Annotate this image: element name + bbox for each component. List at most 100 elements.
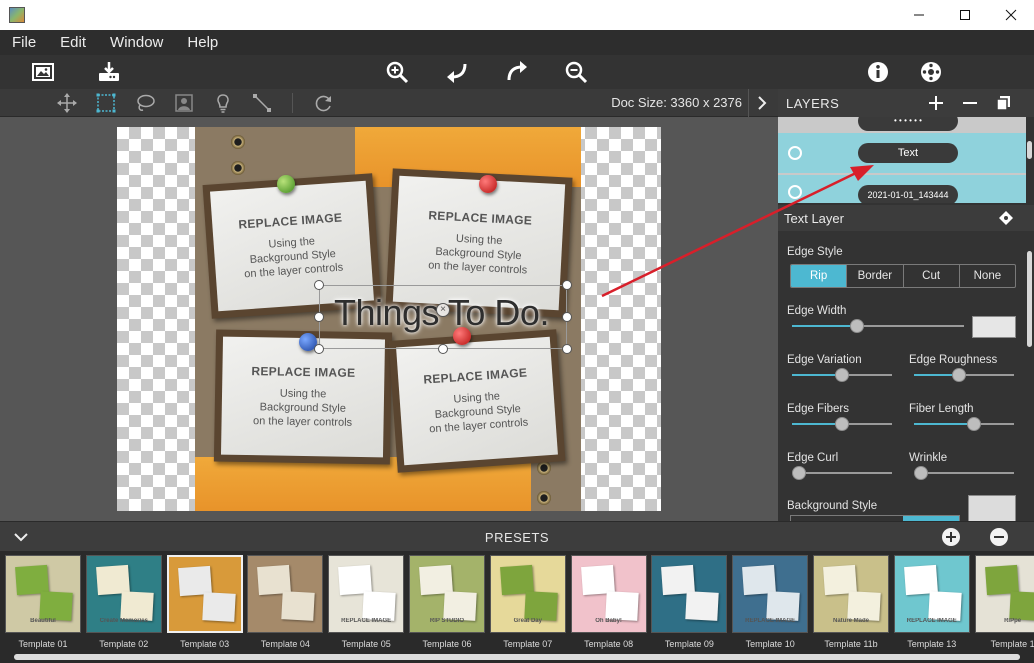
edge-color-swatch[interactable] [972,316,1016,338]
placeholder-card: REPLACE IMAGE Using the Background Style… [396,336,558,466]
resize-handle[interactable] [562,280,572,290]
move-tool-button[interactable] [56,92,78,114]
preset-label: Template 08 [584,639,634,649]
preset-thumbnail[interactable]: REPLACE IMAGE [328,555,405,633]
slider-thumb[interactable] [792,466,806,480]
add-layer-icon[interactable] [927,94,945,112]
doc-size-label: Doc Size: 3360 x 2376 [611,95,742,110]
menu-help[interactable]: Help [187,34,218,51]
maximize-button[interactable] [942,0,988,30]
preset-thumbnail[interactable] [651,555,728,633]
slider-thumb[interactable] [952,368,966,382]
edge-fibers-slider[interactable] [792,417,892,431]
resize-handle[interactable] [314,280,324,290]
lightbulb-button[interactable] [212,92,234,114]
edge-style-cut[interactable]: Cut [904,265,960,287]
menu-window[interactable]: Window [110,34,163,51]
add-preset-icon[interactable] [941,527,961,547]
presets-scrollbar[interactable] [14,654,1020,660]
resize-handle[interactable] [314,344,324,354]
preset-thumbnail[interactable]: Beautiful [5,555,81,633]
menu-file[interactable]: File [12,34,36,51]
preset-thumbnail[interactable]: REPLACE IMAGE [732,555,809,633]
lasso-icon [137,94,155,111]
presets-strip[interactable]: Beautiful Template 01 Create Memories Templ… [0,551,1034,663]
wrinkle-slider[interactable] [914,466,1014,480]
edge-style-none[interactable]: None [960,265,1015,287]
grommet-icon [231,135,245,149]
settings-icon [921,62,941,82]
document-canvas[interactable]: REPLACE IMAGE Using the Background Style… [117,127,661,511]
duplicate-layer-icon[interactable] [995,94,1013,112]
menu-edit[interactable]: Edit [60,34,86,51]
slider-thumb[interactable] [835,368,849,382]
remove-layer-icon[interactable] [961,94,979,112]
layer-row-selected[interactable]: Text [778,133,1026,173]
canvas-area[interactable]: REPLACE IMAGE Using the Background Style… [0,117,778,521]
zoom-in-button[interactable] [383,58,411,86]
portrait-frame-button[interactable] [173,92,195,114]
line-tool-button[interactable] [251,92,273,114]
edge-style-rip[interactable]: Rip [791,265,848,287]
layer-visibility-radio[interactable] [788,185,802,199]
slider-thumb[interactable] [835,417,849,431]
preset-thumbnail[interactable]: Nature Made [813,555,889,633]
move-tool-icon [57,93,77,113]
layers-scrollbar[interactable] [1027,141,1032,159]
text-layer-selection[interactable]: Things To Do. [319,285,567,349]
preset-paper [443,591,477,621]
slider-label: Fiber Length [909,403,974,415]
preset-thumbnail[interactable]: RIP STUDIO [409,555,485,633]
preset-thumbnail[interactable]: Oh Baby! [570,555,647,633]
placeholder-title: REPLACE IMAGE [422,365,528,387]
slider-thumb[interactable] [967,417,981,431]
properties-scrollbar[interactable] [1027,251,1032,347]
zoom-out-button[interactable] [562,58,590,86]
save-button[interactable] [95,58,123,86]
rect-select-button[interactable] [95,92,117,114]
chevron-right-icon [757,96,766,110]
slider-thumb[interactable] [850,319,865,333]
preset-thumbnail[interactable]: Great Day [489,555,566,633]
edge-style-border[interactable]: Border [847,265,904,287]
preset-caption: Nature Made [832,618,869,624]
close-button[interactable] [988,0,1034,30]
settings-button[interactable] [917,58,945,86]
slider-thumb[interactable] [914,466,928,480]
edge-variation-slider[interactable] [792,368,892,382]
fiber-length-slider[interactable] [914,417,1014,431]
preset-thumbnail[interactable] [247,555,324,633]
center-move-handle[interactable]: × [436,303,450,317]
undo-button[interactable] [443,58,471,86]
preset-thumbnail[interactable]: REPLACE IMAGE [893,555,970,633]
image-placeholder-4[interactable]: REPLACE IMAGE Using the Background Style… [388,329,566,473]
layer-row[interactable]: 2021-01-01_143444 [778,175,1026,203]
eraser-icon[interactable] [998,210,1014,226]
info-button[interactable] [864,58,892,86]
resize-handle[interactable] [314,312,324,322]
panel-expand-button[interactable] [748,89,774,117]
layer-row[interactable]: • • • • • • [778,117,1026,131]
minimize-button[interactable] [896,0,942,30]
resize-handle[interactable] [562,312,572,322]
preset-paper [766,591,800,621]
open-image-button[interactable] [29,58,57,86]
layer-visibility-radio[interactable] [788,146,802,160]
resize-handle[interactable] [562,344,572,354]
lasso-button[interactable] [134,92,156,114]
redo-button[interactable] [503,58,531,86]
layers-list[interactable]: • • • • • • Text 2021-01-01_143444 [778,117,1026,203]
remove-preset-icon[interactable] [989,527,1009,547]
edge-width-slider[interactable] [792,319,964,333]
layer-name: 2021-01-01_143444 [858,185,958,203]
presets-scrollbar-thumb[interactable] [14,654,1020,660]
preset-thumbnail[interactable]: Create Memories [85,555,162,633]
edge-roughness-slider[interactable] [914,368,1014,382]
refresh-button[interactable] [313,92,335,114]
preset-thumbnail[interactable] [166,555,243,633]
edge-curl-slider[interactable] [792,466,892,480]
background-style-swatch[interactable] [968,495,1016,521]
preset-thumbnail[interactable]: RiPpe [974,555,1034,633]
resize-handle[interactable] [438,344,448,354]
preset-caption: Great Day [513,618,542,624]
